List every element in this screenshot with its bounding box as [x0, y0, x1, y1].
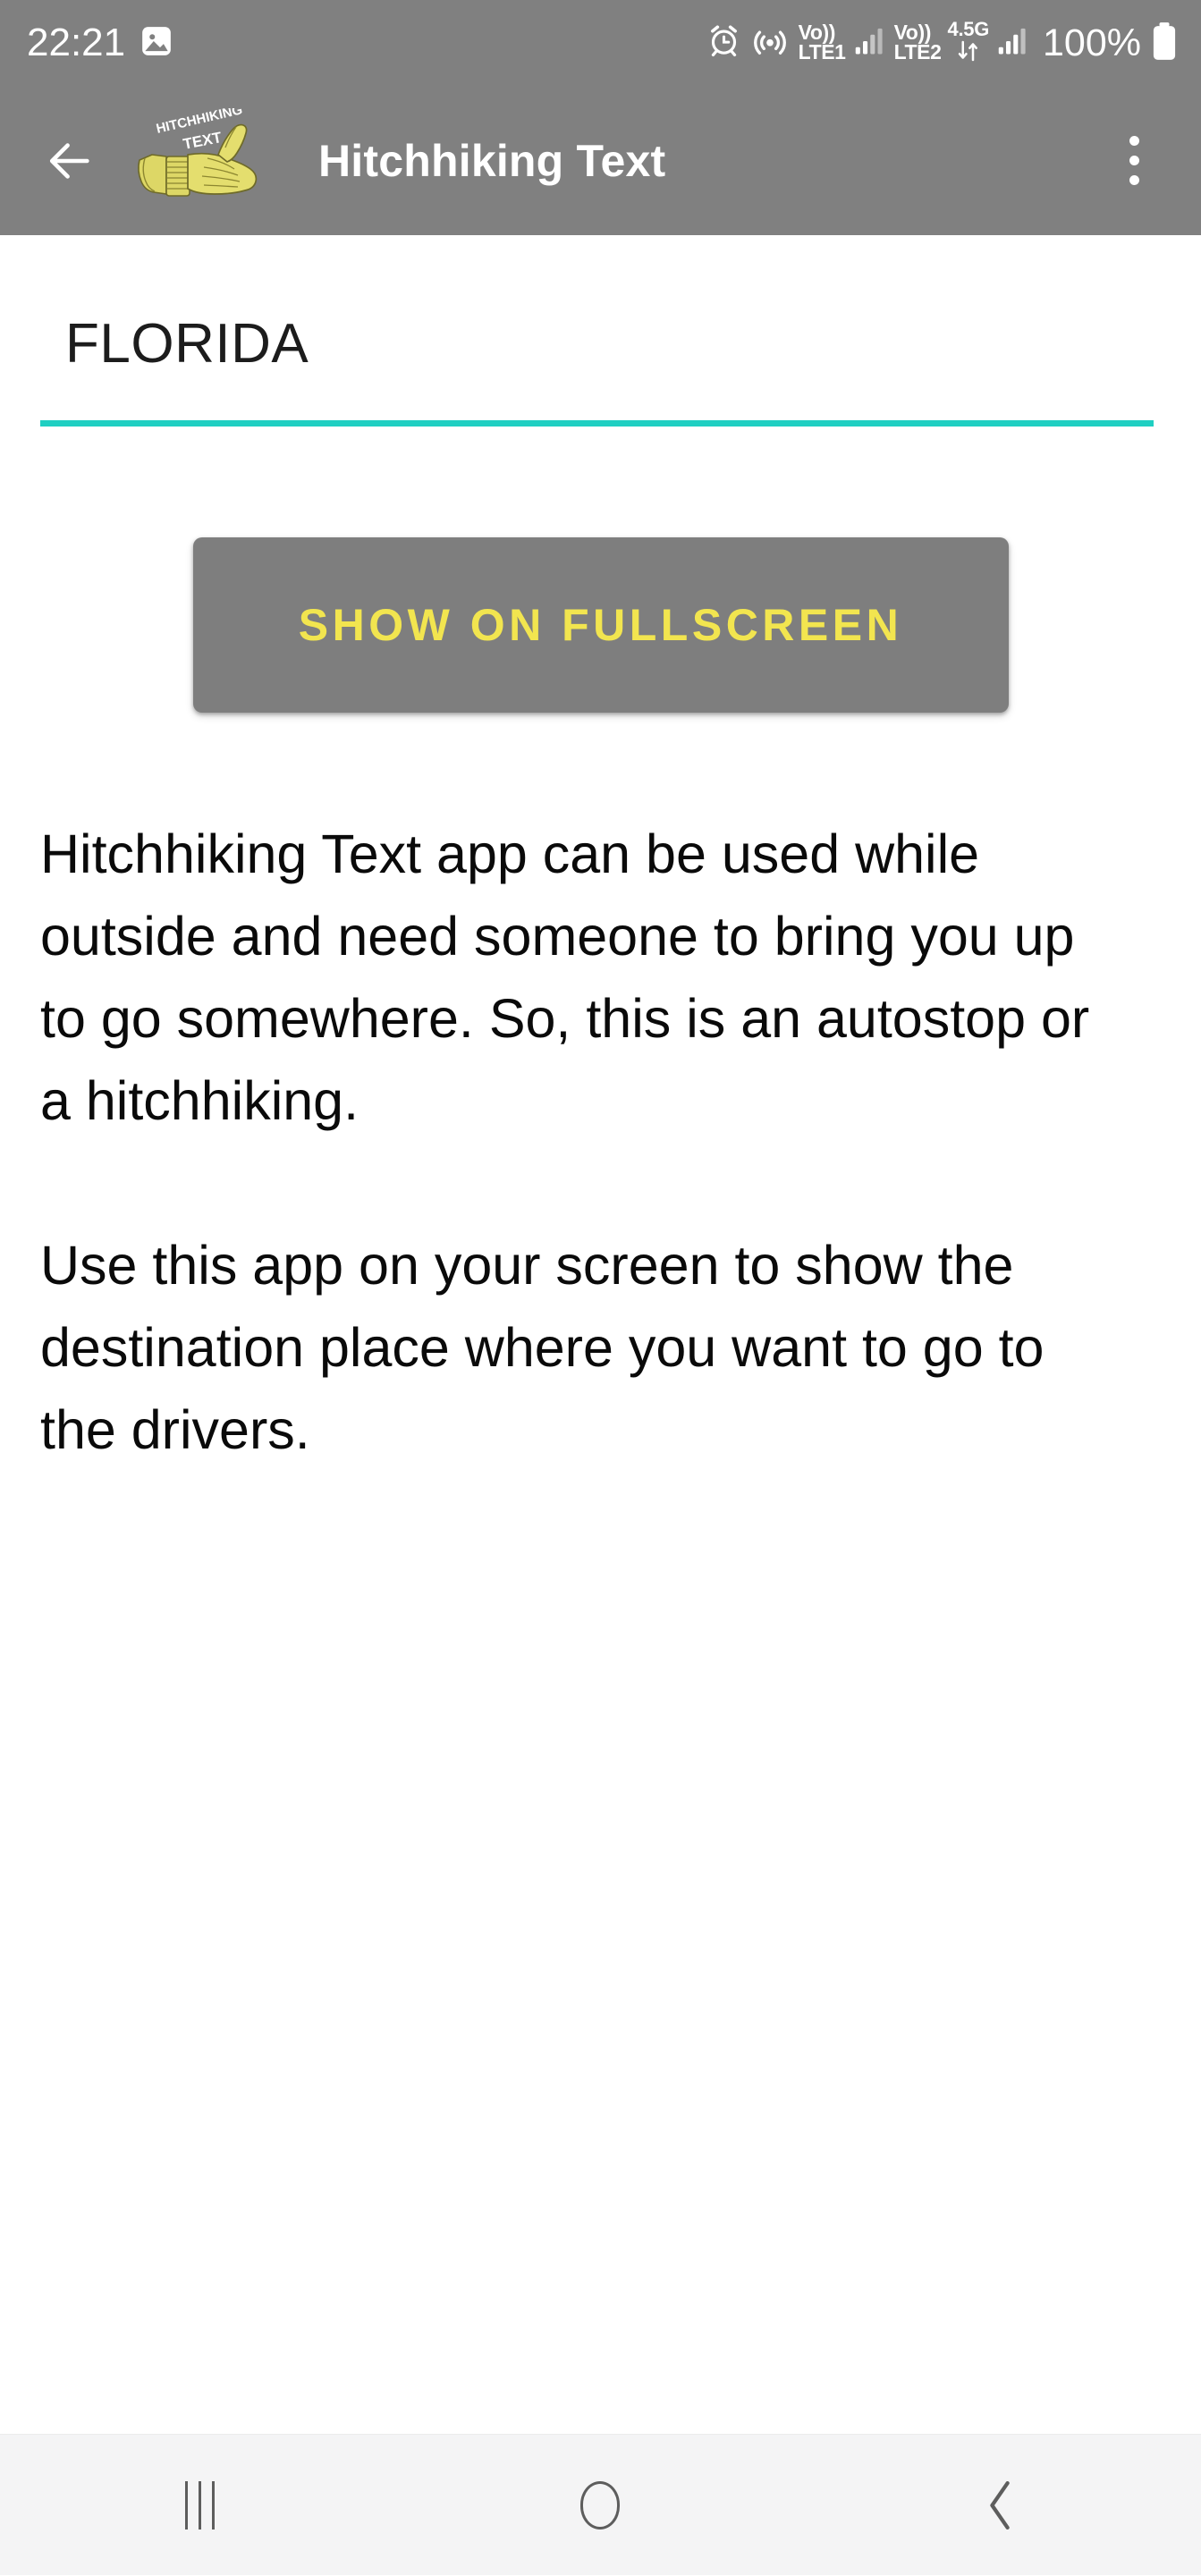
main-content: SHOW ON FULLSCREEN Hitchhiking Text app … [0, 235, 1201, 2434]
phone-screen: 22:21 Vo)) LTE1 Vo)) LTE2 4.5G 100% HITC… [0, 0, 1201, 2575]
show-on-fullscreen-button[interactable]: SHOW ON FULLSCREEN [192, 537, 1009, 713]
app-bar: HITCHHIKING TEXT Hitchhiking Text [0, 86, 1201, 235]
chevron-left-icon [990, 2480, 1010, 2530]
recents-button[interactable] [120, 2435, 281, 2576]
volte-sim1-bottom: LTE1 [798, 40, 846, 63]
volte-sim2-bottom: LTE2 [893, 40, 942, 63]
sim2-status-group: Vo)) LTE2 4.5G [894, 20, 1028, 66]
battery-icon [1151, 21, 1178, 65]
status-bar-right: Vo)) LTE1 Vo)) LTE2 4.5G 100% [706, 20, 1178, 66]
page-title: Hitchhiking Text [318, 135, 666, 186]
alarm-clock-icon [706, 23, 741, 63]
volte-sim1-icon: Vo)) LTE1 [798, 22, 846, 63]
status-clock: 22:21 [27, 21, 126, 64]
svg-text:TEXT: TEXT [182, 128, 224, 152]
gallery-image-icon [140, 24, 173, 63]
signal-sim1-icon [852, 25, 884, 62]
description-paragraph-2: Use this app on your screen to show the … [40, 1235, 1045, 1460]
sim1-status-group: Vo)) LTE1 [798, 22, 884, 63]
data-transfer-icon [955, 39, 982, 66]
destination-field-wrapper [40, 312, 1161, 427]
fullscreen-button-row: SHOW ON FULLSCREEN [40, 537, 1161, 713]
home-icon [580, 2480, 621, 2530]
system-navigation-bar [0, 2434, 1201, 2575]
destination-input[interactable] [40, 312, 1161, 395]
overflow-menu-icon[interactable] [1101, 122, 1167, 199]
volte-sim2-icon: Vo)) LTE2 [893, 22, 942, 63]
status-bar-left: 22:21 [27, 23, 173, 63]
battery-percent-label: 100% [1043, 21, 1141, 64]
back-navigation-button[interactable] [36, 127, 104, 195]
description-paragraph-1: Hitchhiking Text app can be used while o… [40, 823, 1090, 1131]
hitchhiking-text-logo: HITCHHIKING TEXT [132, 102, 290, 214]
status-bar: 22:21 Vo)) LTE1 Vo)) LTE2 4.5G 100% [0, 0, 1201, 86]
signal-sim2-icon [995, 25, 1028, 62]
home-button[interactable] [520, 2435, 681, 2576]
destination-input-underline [40, 420, 1154, 427]
recents-icon [185, 2480, 216, 2530]
hotspot-icon [751, 22, 789, 64]
system-back-button[interactable] [920, 2435, 1081, 2576]
network-label: 4.5G [947, 18, 990, 40]
network-4-5g-icon: 4.5G [947, 18, 990, 66]
arrow-left-icon [49, 142, 89, 179]
